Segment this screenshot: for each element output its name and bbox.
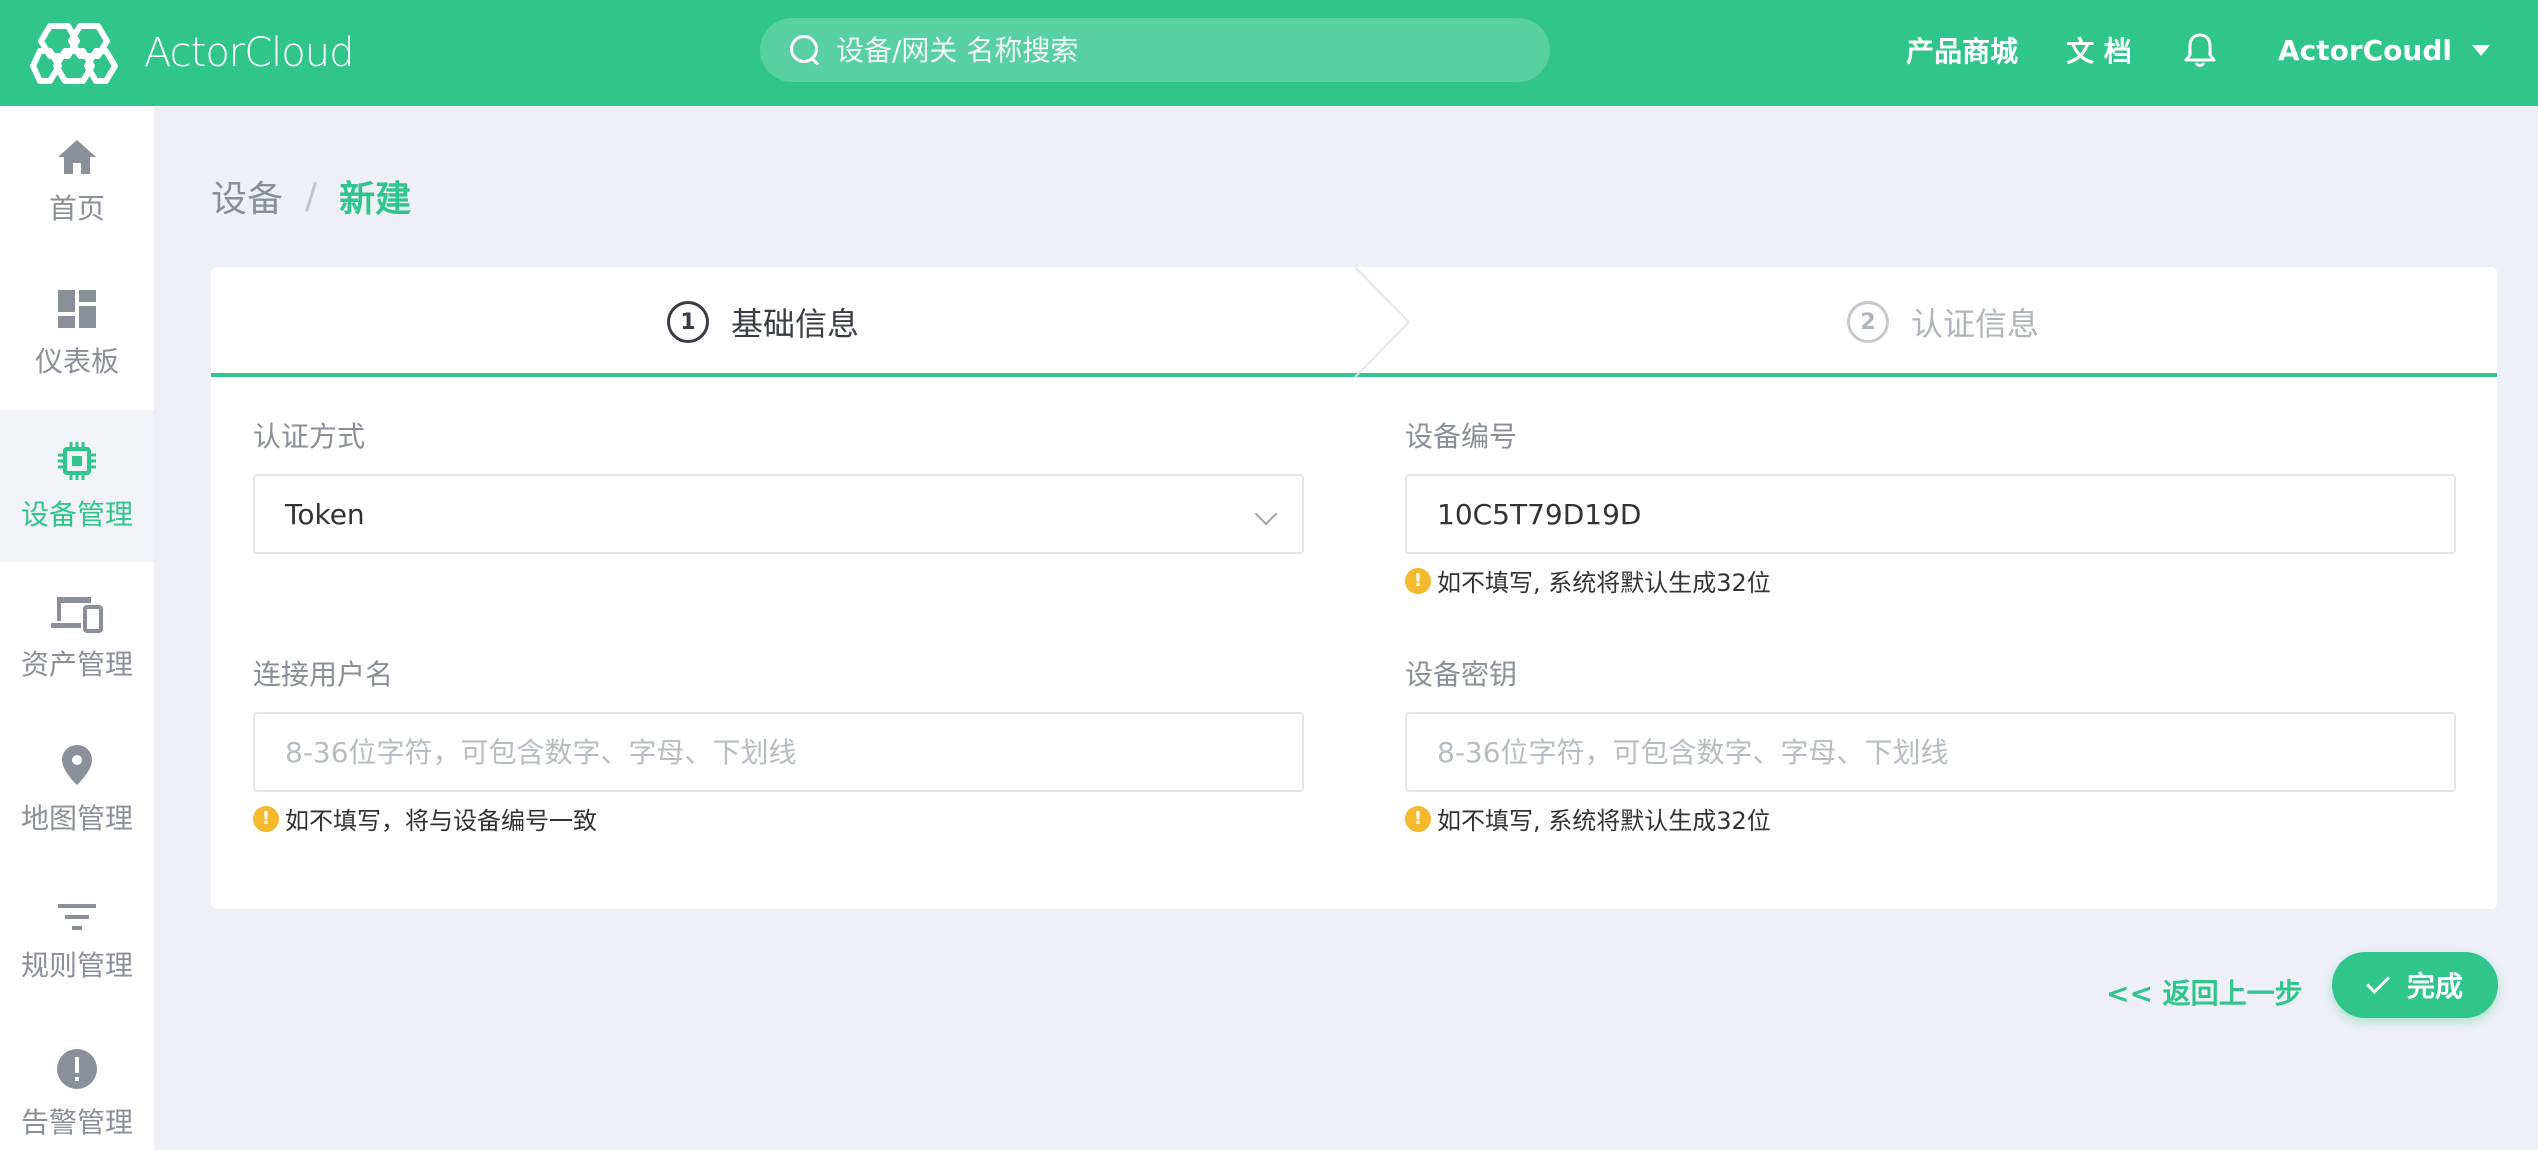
product-store-link[interactable]: 产品商城 xyxy=(1906,30,2018,70)
user-menu[interactable]: ActorCoudl xyxy=(2278,34,2452,67)
sidebar-item-device-management[interactable]: 设备管理 xyxy=(0,410,154,562)
back-button[interactable]: << 返回上一步 xyxy=(2106,972,2303,1012)
auth-method-select[interactable]: Token xyxy=(253,474,1304,554)
step-number: 2 xyxy=(1847,301,1889,343)
warning-icon: ! xyxy=(253,805,279,832)
breadcrumb: 设备 / 新建 xyxy=(211,170,411,222)
device-key-label: 设备密钥 xyxy=(1405,658,1518,691)
sidebar: 首页 仪表板 设备管理 资产管理 地图管理 规则管理 告警管理 xyxy=(0,106,154,1150)
done-button[interactable]: 完成 xyxy=(2332,952,2498,1018)
brand-name: ActorCloud xyxy=(144,30,355,76)
username-label: 连接用户名 xyxy=(253,658,394,691)
sidebar-item-alert-management[interactable]: 告警管理 xyxy=(0,1018,154,1150)
device-key-hint: ! 如不填写, 系统将默认生成32位 xyxy=(1405,801,1771,836)
map-pin-icon xyxy=(62,745,92,785)
done-button-label: 完成 xyxy=(2406,970,2463,1003)
form-card: 1 基础信息 2 认证信息 认证方式 Token 设备编号 ! 如不填写, 系统… xyxy=(211,267,2497,909)
device-id-label: 设备编号 xyxy=(1405,420,1518,453)
top-navbar: ActorCloud 产品商城 文 档 ActorCoudl xyxy=(0,0,2538,106)
device-key-field[interactable] xyxy=(1405,712,2456,792)
step-basic-info[interactable]: 1 基础信息 xyxy=(667,267,859,377)
username-input[interactable] xyxy=(285,735,1302,769)
step-auth-info[interactable]: 2 认证信息 xyxy=(1847,267,2039,377)
step-label: 基础信息 xyxy=(731,305,860,343)
home-icon xyxy=(58,140,96,174)
header-actions: 产品商城 文 档 ActorCoudl xyxy=(1906,0,2538,100)
sidebar-item-dashboard[interactable]: 仪表板 xyxy=(0,258,154,410)
search-bar[interactable] xyxy=(760,18,1550,82)
logo-icon xyxy=(30,23,118,84)
auth-method-label: 认证方式 xyxy=(253,420,366,453)
check-icon xyxy=(2365,969,2391,995)
device-key-input[interactable] xyxy=(1437,735,2454,769)
hint-text: 如不填写，将与设备编号一致 xyxy=(285,807,597,835)
username-hint: ! 如不填写，将与设备编号一致 xyxy=(253,801,597,836)
docs-link[interactable]: 文 档 xyxy=(2066,30,2132,70)
chevron-down-icon[interactable] xyxy=(2472,44,2490,56)
sidebar-item-label: 告警管理 xyxy=(20,1106,133,1139)
step-label: 认证信息 xyxy=(1911,305,2040,343)
step-number: 1 xyxy=(667,301,709,343)
step-divider-arrow xyxy=(1354,267,1411,377)
sidebar-item-label: 设备管理 xyxy=(20,498,133,531)
step-bar: 1 基础信息 2 认证信息 xyxy=(211,267,2497,377)
sidebar-item-map-management[interactable]: 地图管理 xyxy=(0,714,154,866)
logo[interactable]: ActorCloud xyxy=(30,10,355,96)
auth-method-value: Token xyxy=(285,497,365,531)
sidebar-item-label: 仪表板 xyxy=(34,345,119,378)
device-id-hint: ! 如不填写, 系统将默认生成32位 xyxy=(1405,563,1771,598)
dashboard-icon xyxy=(58,290,96,328)
sidebar-item-label: 资产管理 xyxy=(20,648,133,681)
sidebar-item-label: 首页 xyxy=(48,192,105,225)
breadcrumb-parent[interactable]: 设备 xyxy=(211,170,283,222)
hint-text: 如不填写, 系统将默认生成32位 xyxy=(1437,569,1771,597)
chevron-down-icon xyxy=(1254,502,1278,526)
username-field[interactable] xyxy=(253,712,1304,792)
warning-icon: ! xyxy=(1405,567,1431,594)
sidebar-item-asset-management[interactable]: 资产管理 xyxy=(0,562,154,714)
warning-icon: ! xyxy=(1405,805,1431,832)
sidebar-item-label: 规则管理 xyxy=(20,949,133,982)
device-id-field[interactable] xyxy=(1405,474,2456,554)
filter-icon xyxy=(58,904,96,930)
chip-icon xyxy=(58,442,96,480)
breadcrumb-separator: / xyxy=(305,175,318,217)
sidebar-item-home[interactable]: 首页 xyxy=(0,106,154,258)
devices-icon xyxy=(51,597,103,633)
sidebar-item-label: 地图管理 xyxy=(20,802,133,835)
breadcrumb-current: 新建 xyxy=(339,179,412,220)
device-id-input[interactable] xyxy=(1437,497,2454,531)
search-input[interactable] xyxy=(836,33,1536,67)
search-icon xyxy=(788,33,822,67)
sidebar-item-rule-management[interactable]: 规则管理 xyxy=(0,866,154,1018)
alert-icon xyxy=(57,1049,97,1089)
hint-text: 如不填写, 系统将默认生成32位 xyxy=(1437,807,1771,835)
bell-icon[interactable] xyxy=(2180,30,2220,70)
